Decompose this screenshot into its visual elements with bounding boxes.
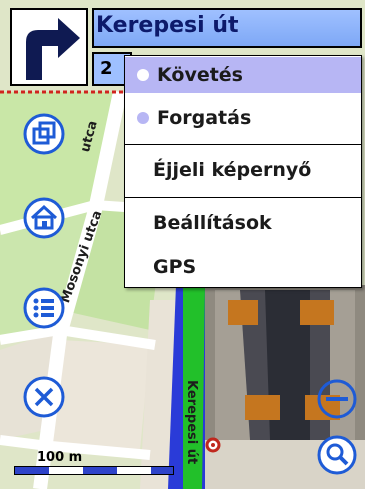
- menu-item-label: Éjjeli képernyő: [153, 159, 312, 181]
- list-icon: [23, 287, 65, 329]
- distance-value: 2: [100, 58, 113, 79]
- windows-button[interactable]: [22, 112, 66, 156]
- menu-item-label: Beállítások: [153, 212, 272, 234]
- menu-divider: [125, 144, 361, 145]
- context-menu: Követés Forgatás Éjjeli képernyő Beállít…: [124, 55, 362, 288]
- radio-selected-icon: [137, 69, 149, 81]
- menu-item-forgatas[interactable]: Forgatás: [125, 100, 361, 136]
- scale-bar: [14, 466, 174, 475]
- menu-item-ejjeli-kepernyo[interactable]: Éjjeli képernyő: [125, 152, 361, 188]
- list-button[interactable]: [22, 286, 66, 330]
- radio-unselected-icon: [137, 112, 149, 124]
- windows-icon: [23, 113, 65, 155]
- menu-item-kovetes[interactable]: Követés: [125, 57, 361, 93]
- zoom-out-icon: [317, 379, 357, 419]
- current-street-name: Kerepesi út: [96, 13, 239, 38]
- zoom-out-button[interactable]: [316, 378, 358, 420]
- search-button[interactable]: [316, 434, 358, 476]
- menu-item-gps[interactable]: GPS: [125, 249, 361, 285]
- search-icon: [317, 435, 357, 475]
- home-button[interactable]: [22, 196, 66, 240]
- menu-item-beallitasok[interactable]: Beállítások: [125, 205, 361, 241]
- home-icon: [23, 197, 65, 239]
- scale-label: 100 m: [37, 450, 83, 465]
- street-label-kerepesi: Kerepesi út: [184, 380, 199, 465]
- menu-item-label: GPS: [153, 256, 197, 278]
- close-icon: [23, 376, 65, 418]
- turn-right-arrow-icon: [26, 18, 80, 80]
- close-button[interactable]: [22, 375, 66, 419]
- menu-item-label: Követés: [157, 64, 243, 86]
- next-turn-panel[interactable]: [10, 8, 88, 86]
- menu-divider: [125, 197, 361, 198]
- menu-item-label: Forgatás: [157, 107, 252, 129]
